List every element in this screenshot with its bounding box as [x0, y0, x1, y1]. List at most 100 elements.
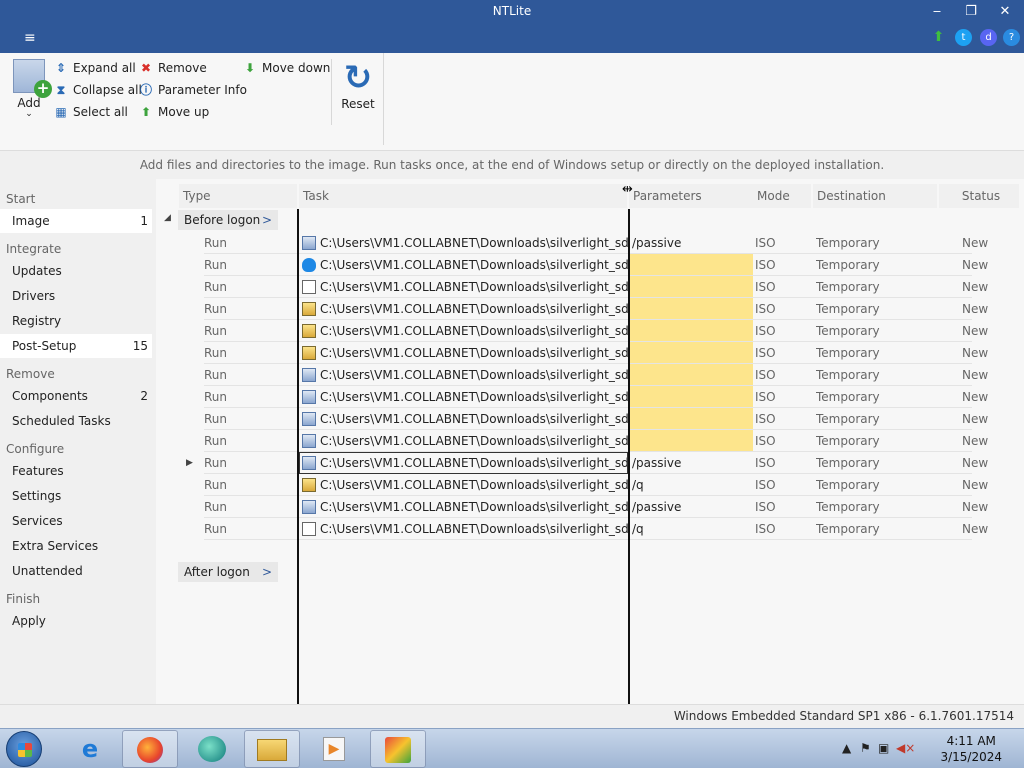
table-row[interactable]: Run C:\Users\VM1.COLLABNET\Downloads\silv… [156, 320, 1024, 342]
script-icon [302, 478, 316, 492]
minimize-button[interactable]: ‒ [922, 2, 952, 22]
group-before-logon[interactable]: Before logon > [178, 210, 278, 230]
column-header-destination[interactable]: Destination [813, 184, 937, 208]
window-icon [302, 522, 316, 536]
task-path: C:\Users\VM1.COLLABNET\Downloads\silverl… [320, 324, 628, 338]
sidebar-header-integrate: Integrate [6, 242, 62, 256]
add-icon: + [13, 59, 52, 98]
cell-mode: ISO [755, 456, 776, 470]
table-row[interactable]: Run C:\Users\VM1.COLLABNET\Downloads\silv… [156, 298, 1024, 320]
firefox-icon[interactable] [122, 730, 178, 768]
table-row[interactable]: Run C:\Users\VM1.COLLABNET\Downloads\silv… [156, 276, 1024, 298]
table-row[interactable]: Run C:\Users\VM1.COLLABNET\Downloads\silv… [156, 386, 1024, 408]
table-row[interactable]: Run C:\Users\VM1.COLLABNET\Downloads\silv… [156, 518, 1024, 540]
sidebar-header-start: Start [6, 192, 36, 206]
table-row[interactable]: Run C:\Users\VM1.COLLABNET\Downloads\silv… [156, 364, 1024, 386]
column-header-status[interactable]: Status [939, 184, 1019, 208]
column-header-type[interactable]: Type [179, 184, 297, 208]
add-button[interactable]: + Add ⌄ [10, 59, 52, 119]
discord-icon[interactable]: d [980, 29, 997, 46]
cell-type: Run [204, 324, 228, 338]
chevron-right-icon: > [261, 213, 272, 227]
cell-type: Run [204, 258, 228, 272]
browser-app-icon[interactable] [184, 730, 240, 768]
column-header-task[interactable]: Task [299, 184, 627, 208]
sidebar-item-services[interactable]: Services [0, 509, 152, 533]
cell-destination: Temporary [816, 434, 880, 448]
cell-task: C:\Users\VM1.COLLABNET\Downloads\silverl… [300, 518, 628, 540]
cell-task: C:\Users\VM1.COLLABNET\Downloads\silverl… [300, 276, 628, 298]
reset-button[interactable]: ↻ Reset [340, 59, 376, 111]
action-center-flag-icon[interactable]: ⚑ [860, 741, 871, 755]
sidebar-item-drivers[interactable]: Drivers [0, 284, 152, 308]
start-button[interactable] [6, 731, 42, 767]
cell-task: C:\Users\VM1.COLLABNET\Downloads\silverl… [300, 386, 628, 408]
cloud-icon [302, 258, 316, 272]
cell-type: Run [204, 478, 228, 492]
update-arrow-icon[interactable]: ⬆ [930, 29, 947, 46]
sidebar: Start Image 1 Integrate Updates Drivers … [0, 179, 156, 704]
network-icon[interactable]: ▣ [878, 741, 889, 755]
table-row[interactable]: Run C:\Users\VM1.COLLABNET\Downloads\silv… [156, 408, 1024, 430]
installer-icon [302, 368, 316, 382]
sidebar-item-settings[interactable]: Settings [0, 484, 152, 508]
cell-parameters: /passive [632, 456, 682, 470]
twitter-icon[interactable]: t [955, 29, 972, 46]
sidebar-item-updates[interactable]: Updates [0, 259, 152, 283]
table-row[interactable]: Run C:\Users\VM1.COLLABNET\Downloads\silv… [156, 430, 1024, 452]
table-row[interactable]: Run C:\Users\VM1.COLLABNET\Downloads\silv… [156, 254, 1024, 276]
close-button[interactable]: ✕ [990, 2, 1020, 22]
cell-status: New [962, 258, 989, 272]
cell-type: Run [204, 390, 228, 404]
cell-destination: Temporary [816, 500, 880, 514]
column-splitter[interactable] [297, 209, 299, 704]
cell-parameters: /passive [632, 500, 682, 514]
cell-destination: Temporary [816, 346, 880, 360]
restore-button[interactable]: ❐ [956, 2, 986, 22]
table-row[interactable]: Run C:\Users\VM1.COLLABNET\Downloads\silv… [156, 474, 1024, 496]
column-header-mode[interactable]: Mode [753, 184, 811, 208]
script-icon [302, 302, 316, 316]
sidebar-item-features[interactable]: Features [0, 459, 152, 483]
sidebar-item-image[interactable]: Image 1 [0, 209, 152, 233]
collapse-triangle-icon[interactable]: ◢ [164, 213, 171, 223]
sidebar-item-unattended[interactable]: Unattended [0, 559, 152, 583]
add-label: Add [17, 96, 41, 110]
sidebar-item-components[interactable]: Components 2 [0, 384, 152, 408]
sidebar-item-post-setup[interactable]: Post-Setup 15 [0, 334, 152, 358]
collapse-all-button[interactable]: ⧗ Collapse all [53, 80, 142, 100]
reset-label: Reset [341, 97, 375, 111]
group-after-logon[interactable]: After logon > [178, 562, 278, 582]
help-icon[interactable]: ? [1003, 29, 1020, 46]
sidebar-item-registry[interactable]: Registry [0, 309, 152, 333]
cell-task: C:\Users\VM1.COLLABNET\Downloads\silverl… [300, 474, 628, 496]
table-row[interactable]: Run C:\Users\VM1.COLLABNET\Downloads\silv… [156, 342, 1024, 364]
show-hidden-icons-icon[interactable]: ▲ [842, 741, 851, 755]
table-row[interactable]: Run C:\Users\VM1.COLLABNET\Downloads\silv… [156, 496, 1024, 518]
volume-muted-icon[interactable]: ◀× [896, 741, 915, 755]
move-down-button[interactable]: ⬇ Move down [242, 58, 330, 78]
column-splitter[interactable] [628, 209, 630, 704]
expand-all-button[interactable]: ⇕ Expand all [53, 58, 136, 78]
media-player-icon[interactable]: ▶ [306, 730, 362, 768]
cell-type: Run [204, 522, 228, 536]
remove-button[interactable]: ✖ Remove [138, 58, 207, 78]
file-explorer-icon[interactable] [244, 730, 300, 768]
table-row[interactable]: Run C:\Users\VM1.COLLABNET\Downloads\silv… [156, 232, 1024, 254]
menu-icon[interactable]: ≡ [24, 30, 36, 46]
sidebar-item-apply[interactable]: Apply [0, 609, 152, 633]
internet-explorer-icon[interactable]: e [62, 730, 118, 768]
parameter-info-button[interactable]: ⓘ Parameter Info [138, 80, 247, 100]
expand-row-icon[interactable]: ▶ [186, 452, 193, 474]
sidebar-item-scheduled-tasks[interactable]: Scheduled Tasks [0, 409, 152, 433]
sidebar-item-extra-services[interactable]: Extra Services [0, 534, 152, 558]
cell-destination: Temporary [816, 456, 880, 470]
cell-task: C:\Users\VM1.COLLABNET\Downloads\silverl… [300, 496, 628, 518]
cell-destination: Temporary [816, 302, 880, 316]
move-up-button[interactable]: ⬆ Move up [138, 102, 209, 122]
ntlite-app-icon[interactable] [370, 730, 426, 768]
select-all-button[interactable]: ▦ Select all [53, 102, 128, 122]
column-header-parameters[interactable]: Parameters [629, 184, 753, 208]
clock[interactable]: 4:11 AM 3/15/2024 [940, 733, 1002, 765]
cell-type: Run [204, 368, 228, 382]
